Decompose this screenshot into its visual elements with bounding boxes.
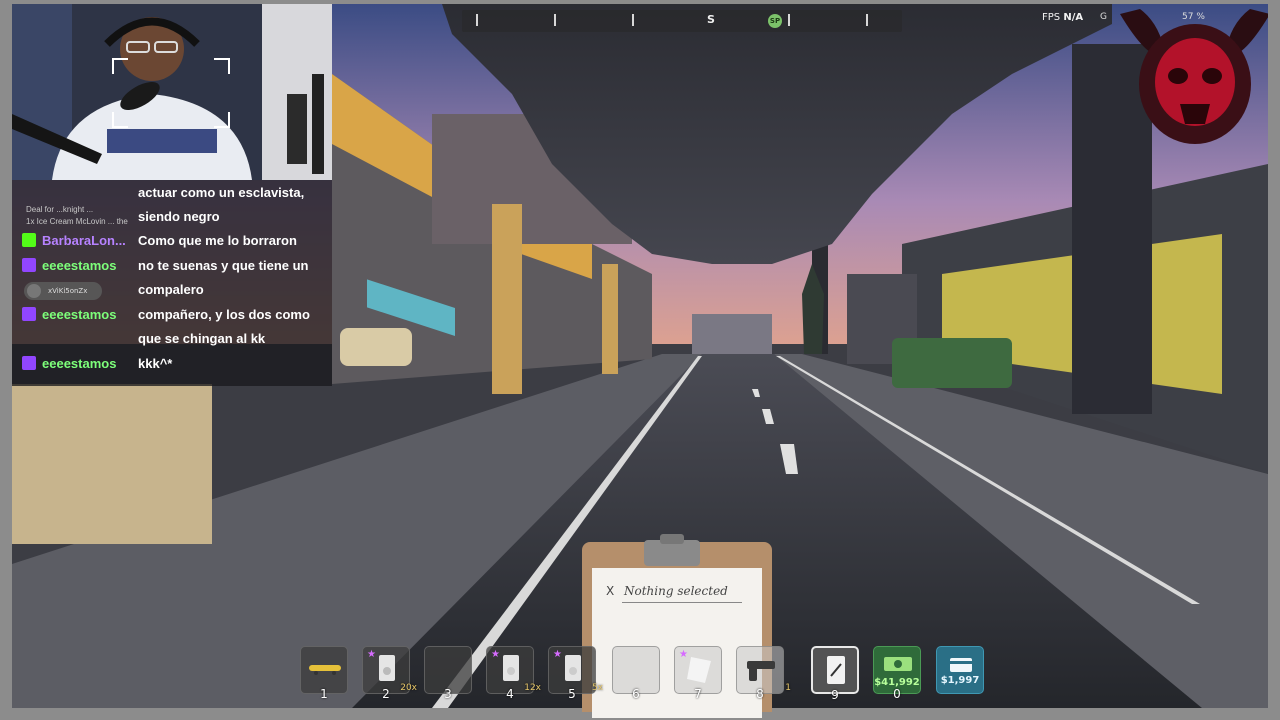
cash-icon xyxy=(884,657,912,671)
clipboard-close-button[interactable]: X xyxy=(606,584,614,598)
pistol-icon xyxy=(747,661,775,681)
divider xyxy=(622,602,742,603)
chat-message: BarbaraLon... xyxy=(22,229,134,253)
deal-notification-line: Deal for ...knight ... xyxy=(26,205,94,214)
phone-icon xyxy=(827,656,845,684)
chat-message: eeeestamos xyxy=(22,352,124,376)
chat-message-text: kkk^* xyxy=(138,356,173,371)
viewer-badge: xViKi5onZx xyxy=(24,282,102,300)
card-balance: $1,997 xyxy=(940,675,980,686)
card-balance-slot[interactable]: $1,997 xyxy=(936,646,984,694)
twitch-icon xyxy=(22,258,36,272)
streamer-webcam-image xyxy=(12,4,332,180)
stream-frame: S SP FPS N/A G 57 % Deal for ...knight .… xyxy=(0,0,1280,720)
quality-star-icon: ★ xyxy=(553,649,562,660)
compass-tick xyxy=(788,14,790,26)
baggie-icon xyxy=(503,655,519,681)
fps-counter: FPS N/A xyxy=(1042,12,1083,23)
fps-value: N/A xyxy=(1063,12,1084,23)
hotbar-slot-4[interactable]: ★ 4 12x xyxy=(486,646,541,701)
chat-message-text: compalero xyxy=(138,282,204,297)
slot-number: 9 xyxy=(831,688,839,702)
kick-icon xyxy=(22,233,36,247)
hotbar-slot-6[interactable]: 6 xyxy=(612,646,660,701)
demon-skull-logo-icon xyxy=(1120,9,1268,144)
item-quantity: 12x xyxy=(524,683,541,693)
chat-message: eeeestamos xyxy=(22,303,124,327)
hotbar-slot-1[interactable]: 1 xyxy=(300,646,348,701)
paper-icon xyxy=(687,657,711,683)
overlay-stat-left: G xyxy=(1100,12,1107,22)
chat-overlay: Deal for ...knight ... 1x Ice Cream McLo… xyxy=(12,180,332,386)
quality-star-icon: ★ xyxy=(491,649,500,660)
cash-slot[interactable]: $41,992 0 xyxy=(873,646,921,701)
baggie-icon xyxy=(565,655,581,681)
baggie-icon xyxy=(379,655,395,681)
credit-card-icon xyxy=(950,658,972,672)
item-quantity: 1 xyxy=(785,683,791,693)
chat-message-text: que se chingan al kk xyxy=(138,331,266,346)
chat-message-text: compañero, y los dos como xyxy=(138,307,310,322)
webcam-overlay xyxy=(12,4,332,180)
viewer-badge-name: xViKi5onZx xyxy=(48,287,88,295)
waypoint-marker-icon: SP xyxy=(768,14,782,28)
compass-direction: S xyxy=(707,13,715,26)
chat-message-text: Como que me lo borraron xyxy=(138,233,297,248)
selection-status: Nothing selected xyxy=(624,584,728,598)
item-quantity: 20x xyxy=(400,683,417,693)
avatar-icon xyxy=(27,284,41,298)
slot-number: 0 xyxy=(893,687,901,701)
slot-number: 3 xyxy=(444,687,452,701)
slot-number: 6 xyxy=(632,687,640,701)
compass-tick xyxy=(476,14,478,26)
chat-username: eeeestamos xyxy=(42,356,117,371)
compass-tick xyxy=(554,14,556,26)
compass-bar: S SP xyxy=(462,10,902,32)
slot-number: 1 xyxy=(320,687,328,701)
chat-username: eeeestamos xyxy=(42,258,117,273)
compass-tick xyxy=(866,14,868,26)
slot-number: 5 xyxy=(568,687,576,701)
chat-message-text: actuar como un esclavista, xyxy=(138,185,305,200)
deal-notification-line: 1x Ice Cream McLovin ... the xyxy=(26,217,128,226)
chat-message: eeeestamos xyxy=(22,254,124,278)
chat-message-text: siendo negro xyxy=(138,209,220,224)
hotbar-slot-5[interactable]: ★ 5 5x xyxy=(548,646,603,701)
deal-notification: Deal for ...knight ... 1x Ice Cream McLo… xyxy=(26,204,128,228)
hotbar-slot-2[interactable]: ★ 2 20x xyxy=(362,646,417,701)
item-quantity: 5x xyxy=(591,683,603,693)
compass-tick xyxy=(632,14,634,26)
hotbar-slot-7[interactable]: ★ 7 xyxy=(674,646,722,701)
chat-username: BarbaraLon... xyxy=(42,233,126,248)
chat-username: eeeestamos xyxy=(42,307,117,322)
skateboard-icon xyxy=(309,665,341,675)
hotbar-slot-8[interactable]: 8 1 xyxy=(736,646,791,701)
hotbar-slot-3[interactable]: 3 xyxy=(424,646,472,701)
clipboard-clip-icon xyxy=(644,534,700,566)
chat-message-text: no te suenas y que tiene un xyxy=(138,258,309,273)
twitch-icon xyxy=(22,307,36,321)
twitch-icon xyxy=(22,356,36,370)
fps-label: FPS xyxy=(1042,12,1061,23)
quality-star-icon: ★ xyxy=(367,649,376,660)
slot-number: 7 xyxy=(694,687,702,701)
hotbar-slot-9[interactable]: 9 xyxy=(811,646,859,702)
slot-number: 8 xyxy=(756,687,764,701)
